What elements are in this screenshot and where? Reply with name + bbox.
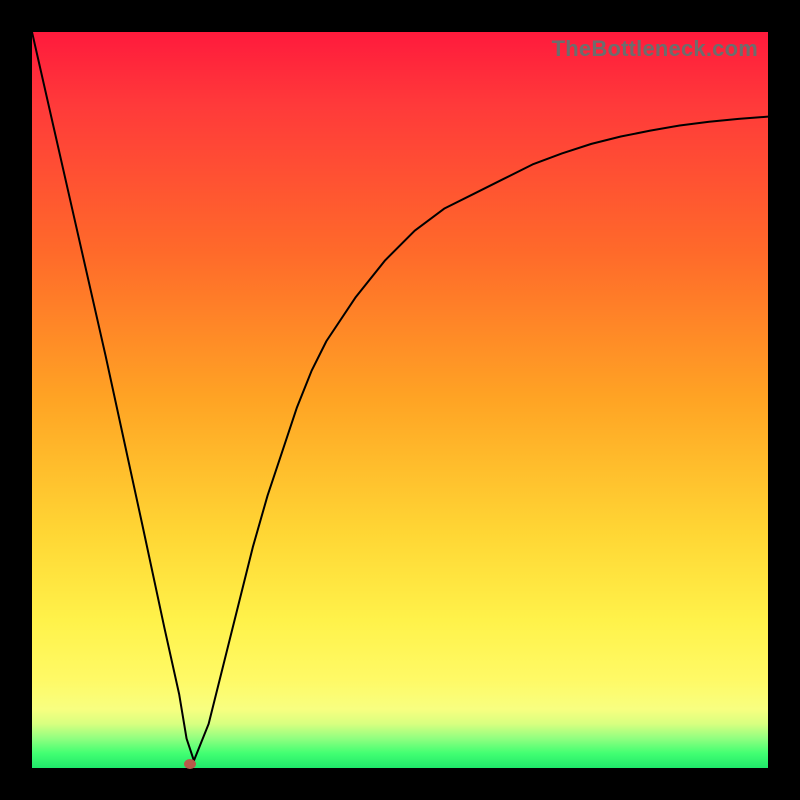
watermark-text: TheBottleneck.com	[552, 36, 758, 62]
chart-frame: TheBottleneck.com	[0, 0, 800, 800]
chart-plot-area: TheBottleneck.com	[32, 32, 768, 768]
curve-svg	[32, 32, 768, 768]
minimum-marker	[184, 759, 196, 769]
curve-path	[32, 32, 768, 761]
